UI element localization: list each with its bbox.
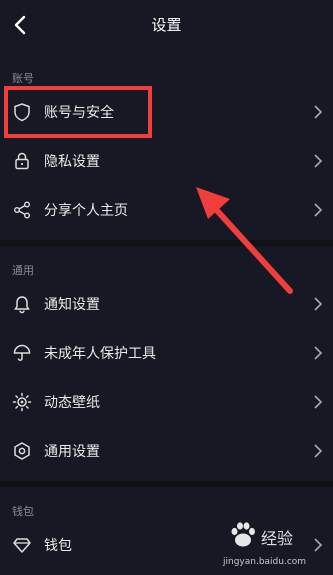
share-icon: [14, 201, 30, 219]
umbrella-icon: [13, 344, 31, 362]
lock-icon: [15, 152, 29, 170]
settings-item-live-wallpaper[interactable]: 动态壁纸: [0, 380, 333, 424]
chevron-right-icon: [314, 203, 323, 217]
settings-item-minor-protection[interactable]: 未成年人保护工具: [0, 331, 333, 375]
paw-logo-icon: [231, 522, 255, 547]
settings-item-label: 通知设置: [44, 297, 100, 313]
chevron-right-icon: [314, 444, 323, 458]
section-label-wallet: 钱包: [12, 505, 34, 518]
settings-item-label: 未成年人保护工具: [44, 346, 156, 362]
hexagon-icon: [14, 442, 30, 460]
settings-item-general-settings[interactable]: 通用设置: [0, 429, 333, 473]
highlight-box: [4, 86, 152, 138]
watermark-text: 经验: [261, 529, 294, 548]
pointer-arrow-icon: [196, 187, 293, 294]
settings-item-label: 钱包: [44, 538, 72, 554]
chevron-right-icon: [314, 105, 323, 119]
chevron-right-icon: [314, 297, 323, 311]
header: 设置: [0, 0, 333, 50]
watermark: 经验 jingyan.baidu.com: [223, 519, 327, 573]
section-label-general: 通用: [12, 264, 34, 277]
chevron-right-icon: [314, 154, 323, 168]
watermark-url: jingyan.baidu.com: [223, 557, 307, 567]
settings-item-privacy[interactable]: 隐私设置: [0, 139, 333, 183]
bell-icon: [14, 296, 30, 314]
settings-item-label: 动态壁纸: [44, 395, 100, 411]
diamond-icon: [13, 538, 31, 553]
section-divider: [0, 481, 333, 487]
settings-item-label: 分享个人主页: [44, 203, 128, 219]
chevron-right-icon: [314, 395, 323, 409]
page-title: 设置: [151, 16, 182, 34]
chevron-right-icon: [314, 346, 323, 360]
wallpaper-icon: [12, 392, 32, 412]
settings-item-label: 隐私设置: [44, 154, 100, 170]
settings-item-label: 通用设置: [44, 444, 100, 460]
section-label-account: 账号: [12, 72, 34, 85]
